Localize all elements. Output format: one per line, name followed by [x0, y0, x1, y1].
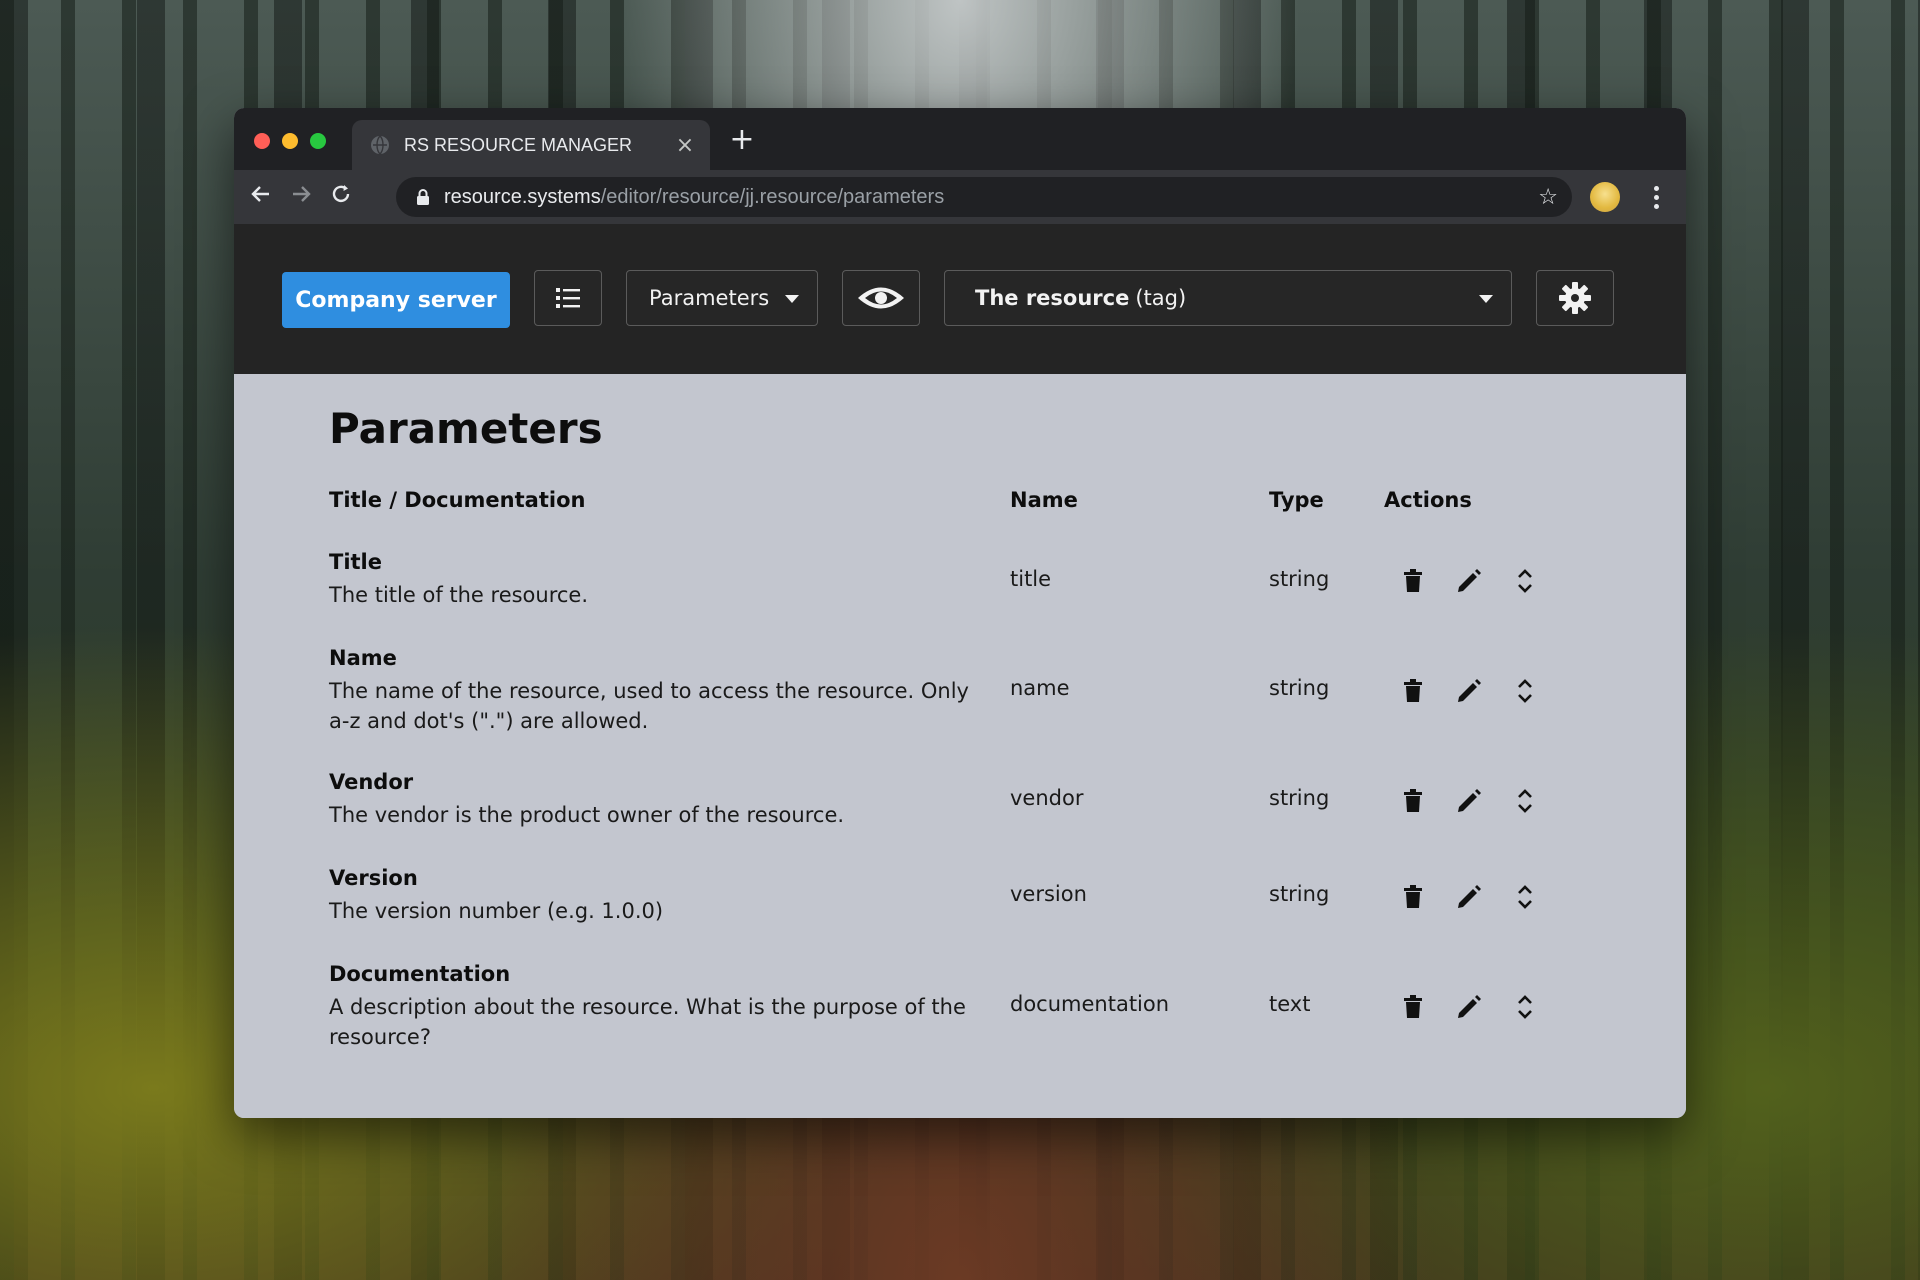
param-doc: The name of the resource, used to access… [329, 679, 969, 733]
param-type: string [1269, 786, 1330, 810]
sort-icon [1518, 789, 1532, 813]
list-button[interactable] [534, 270, 602, 326]
edit-button[interactable] [1452, 880, 1486, 914]
page-title: Parameters [329, 404, 603, 453]
param-title: Vendor [329, 770, 414, 794]
tab-bar: RS RESOURCE MANAGER × + [234, 108, 1686, 170]
resource-select-tag: (tag) [1135, 286, 1187, 310]
browser-toolbar: resource.systems/editor/resource/jj.reso… [234, 170, 1686, 224]
delete-button[interactable] [1396, 990, 1430, 1024]
maximize-window-button[interactable] [310, 133, 326, 149]
app-header: Company server Parameters The resource (… [234, 224, 1686, 374]
minimize-window-button[interactable] [282, 133, 298, 149]
param-type: text [1269, 992, 1311, 1016]
param-name: documentation [1010, 992, 1170, 1016]
trash-icon [1404, 789, 1422, 812]
preview-button[interactable] [842, 270, 920, 326]
gear-icon [1559, 282, 1591, 314]
delete-button[interactable] [1396, 784, 1430, 818]
kebab-menu-icon[interactable] [1646, 181, 1666, 213]
parameters-dropdown-label: Parameters [649, 286, 770, 310]
sort-icon [1518, 679, 1532, 703]
param-title: Title [329, 550, 383, 574]
edit-button[interactable] [1452, 784, 1486, 818]
trash-icon [1404, 569, 1422, 592]
reload-icon[interactable] [326, 182, 356, 212]
delete-button[interactable] [1396, 674, 1430, 708]
globe-icon [371, 135, 389, 155]
sort-icon [1518, 995, 1532, 1019]
caret-down-icon [785, 295, 799, 303]
delete-button[interactable] [1396, 880, 1430, 914]
param-name: vendor [1010, 786, 1084, 810]
sort-icon [1518, 885, 1532, 909]
param-type: string [1269, 676, 1330, 700]
param-name: version [1010, 882, 1087, 906]
eye-icon [858, 287, 904, 309]
forward-arrow-icon[interactable] [286, 182, 316, 212]
sort-icon [1518, 569, 1532, 593]
url-path: /editor/resource/jj.resource/parameters [600, 185, 945, 208]
resource-select[interactable]: The resource (tag) [944, 270, 1512, 326]
param-doc: The vendor is the product owner of the r… [329, 803, 845, 827]
url-text: resource.systems/editor/resource/jj.reso… [444, 186, 944, 209]
delete-button[interactable] [1396, 564, 1430, 598]
pencil-icon [1458, 569, 1481, 592]
address-bar[interactable]: resource.systems/editor/resource/jj.reso… [396, 177, 1572, 217]
pencil-icon [1458, 885, 1481, 908]
browser-tab[interactable]: RS RESOURCE MANAGER × [352, 120, 710, 170]
column-header-actions: Actions [1384, 488, 1472, 512]
edit-button[interactable] [1452, 674, 1486, 708]
trash-icon [1404, 679, 1422, 702]
new-tab-button[interactable]: + [724, 122, 760, 158]
window-controls [254, 133, 326, 149]
edit-button[interactable] [1452, 564, 1486, 598]
param-name: name [1010, 676, 1070, 700]
reorder-button[interactable] [1508, 564, 1542, 598]
pencil-icon [1458, 995, 1481, 1018]
back-arrow-icon[interactable] [246, 182, 276, 212]
param-title: Name [329, 646, 397, 670]
reorder-button[interactable] [1508, 674, 1542, 708]
lock-icon [417, 189, 429, 205]
parameters-page: Parameters Title / Documentation Name Ty… [234, 374, 1686, 1118]
param-type: string [1269, 567, 1330, 591]
tab-close-icon[interactable]: × [670, 133, 700, 158]
param-name: title [1010, 567, 1052, 591]
column-header-doc: Title / Documentation [329, 488, 586, 512]
param-title: Documentation [329, 962, 511, 986]
reorder-button[interactable] [1508, 784, 1542, 818]
url-host: resource.systems [444, 185, 601, 208]
avatar[interactable] [1590, 182, 1620, 212]
browser-window: RS RESOURCE MANAGER × + resource.systems… [234, 108, 1686, 1118]
close-window-button[interactable] [254, 133, 270, 149]
param-title: Version [329, 866, 418, 890]
parameters-dropdown[interactable]: Parameters [626, 270, 818, 326]
param-type: string [1269, 882, 1330, 906]
settings-button[interactable] [1536, 270, 1614, 326]
param-doc: A description about the resource. What i… [329, 995, 966, 1049]
pencil-icon [1458, 789, 1481, 812]
list-icon [556, 288, 580, 308]
reorder-button[interactable] [1508, 990, 1542, 1024]
tab-title: RS RESOURCE MANAGER [404, 134, 633, 155]
star-icon[interactable]: ☆ [1538, 185, 1558, 210]
resource-select-name: The resource [975, 286, 1130, 310]
trash-icon [1404, 995, 1422, 1018]
caret-down-icon [1479, 295, 1493, 303]
company-server-button[interactable]: Company server [282, 272, 510, 328]
column-header-name: Name [1010, 488, 1078, 512]
pencil-icon [1458, 679, 1481, 702]
trash-icon [1404, 885, 1422, 908]
param-doc: The version number (e.g. 1.0.0) [329, 899, 664, 923]
param-doc: The title of the resource. [329, 583, 589, 607]
reorder-button[interactable] [1508, 880, 1542, 914]
column-header-type: Type [1269, 488, 1324, 512]
edit-button[interactable] [1452, 990, 1486, 1024]
